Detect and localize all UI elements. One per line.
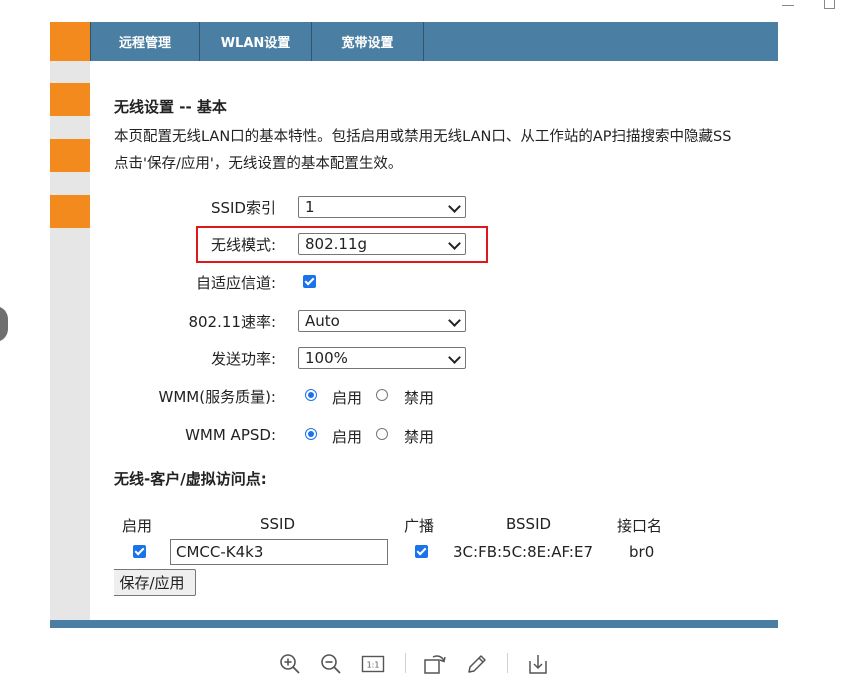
sidebar bbox=[50, 61, 90, 620]
minimize-icon[interactable] bbox=[782, 0, 794, 10]
footer-bar bbox=[50, 620, 778, 628]
maximize-icon[interactable] bbox=[824, 0, 835, 9]
ssid-index-select[interactable]: 1 bbox=[298, 196, 466, 218]
save-apply-label: 保存/应用 bbox=[119, 574, 185, 592]
wmm-apsd-enable-label: 启用 bbox=[332, 428, 363, 446]
toolbar-divider bbox=[405, 653, 406, 673]
rotate-icon[interactable] bbox=[423, 652, 447, 676]
column-header-ssid: SSID bbox=[260, 515, 296, 533]
wmm-enable-label: 启用 bbox=[332, 389, 363, 407]
select-value: Auto bbox=[305, 312, 340, 330]
adaptive-channel-label: 自适应信道: bbox=[195, 274, 276, 292]
select-value: 802.11g bbox=[305, 235, 368, 253]
zoom-in-icon[interactable] bbox=[278, 652, 302, 676]
column-header-interface: 接口名 bbox=[617, 517, 663, 535]
select-value: 1 bbox=[305, 198, 315, 216]
column-header-enable: 启用 bbox=[122, 517, 153, 535]
save-apply-button[interactable]: 保存/应用 bbox=[114, 569, 196, 596]
wmm-apsd-disable-radio[interactable] bbox=[376, 428, 388, 440]
column-header-bssid: BSSID bbox=[506, 515, 552, 533]
rate-select[interactable]: Auto bbox=[298, 310, 466, 332]
description-line: 点击'保存/应用'，无线设置的基本配置生效。 bbox=[114, 156, 403, 172]
wmm-disable-radio[interactable] bbox=[376, 389, 388, 401]
wmm-apsd-enable-radio[interactable] bbox=[305, 428, 317, 440]
select-value: 100% bbox=[305, 349, 348, 367]
wmm-label: WMM(服务质量): bbox=[158, 388, 276, 406]
page-description: 本页配置无线LAN口的基本特性。包括启用或禁用无线LAN口、从工作站的AP扫描搜… bbox=[114, 124, 731, 178]
edit-icon[interactable] bbox=[465, 652, 489, 676]
actual-size-text: 1:1 bbox=[367, 661, 380, 670]
wmm-disable-label: 禁用 bbox=[404, 389, 435, 407]
rate-label: 802.11速率: bbox=[188, 313, 276, 331]
chevron-down-icon bbox=[448, 237, 461, 250]
client-broadcast-checkbox[interactable] bbox=[415, 545, 428, 558]
interface-value: br0 bbox=[629, 543, 655, 561]
column-header-broadcast: 广播 bbox=[404, 517, 435, 535]
clients-section-title: 无线-客户/虚拟访问点: bbox=[114, 470, 267, 488]
sidebar-tab[interactable] bbox=[50, 139, 90, 172]
main-content: 无线设置 -- 基本 本页配置无线LAN口的基本特性。包括启用或禁用无线LAN口… bbox=[114, 0, 778, 620]
zoom-out-icon[interactable] bbox=[319, 652, 343, 676]
header-accent bbox=[50, 22, 90, 61]
wireless-mode-label: 无线模式: bbox=[210, 236, 276, 254]
wmm-apsd-label: WMM APSD: bbox=[185, 426, 276, 444]
wmm-enable-radio[interactable] bbox=[305, 389, 317, 401]
previous-page-button[interactable] bbox=[0, 306, 8, 342]
tx-power-label: 发送功率: bbox=[210, 350, 276, 368]
ssid-input[interactable] bbox=[170, 539, 388, 565]
page-title: 无线设置 -- 基本 bbox=[114, 98, 227, 116]
wireless-mode-select[interactable]: 802.11g bbox=[298, 233, 466, 255]
tx-power-select[interactable]: 100% bbox=[298, 347, 466, 369]
chevron-down-icon bbox=[448, 351, 461, 364]
ssid-index-label: SSID索引 bbox=[210, 199, 276, 217]
sidebar-tab[interactable] bbox=[50, 195, 90, 228]
adaptive-channel-checkbox[interactable] bbox=[303, 275, 316, 288]
download-icon[interactable] bbox=[526, 652, 550, 676]
bssid-value: 3C:FB:5C:8E:AF:E7 bbox=[453, 543, 593, 561]
wmm-apsd-disable-label: 禁用 bbox=[404, 428, 435, 446]
viewer-toolbar: 1:1 bbox=[0, 640, 860, 689]
actual-size-icon[interactable]: 1:1 bbox=[361, 652, 385, 676]
description-line: 本页配置无线LAN口的基本特性。包括启用或禁用无线LAN口、从工作站的AP扫描搜… bbox=[114, 129, 732, 145]
chevron-down-icon bbox=[448, 200, 461, 213]
toolbar-divider bbox=[507, 653, 508, 673]
sidebar-tab[interactable] bbox=[50, 83, 90, 116]
chevron-down-icon bbox=[448, 314, 461, 327]
client-enable-checkbox[interactable] bbox=[133, 545, 146, 558]
